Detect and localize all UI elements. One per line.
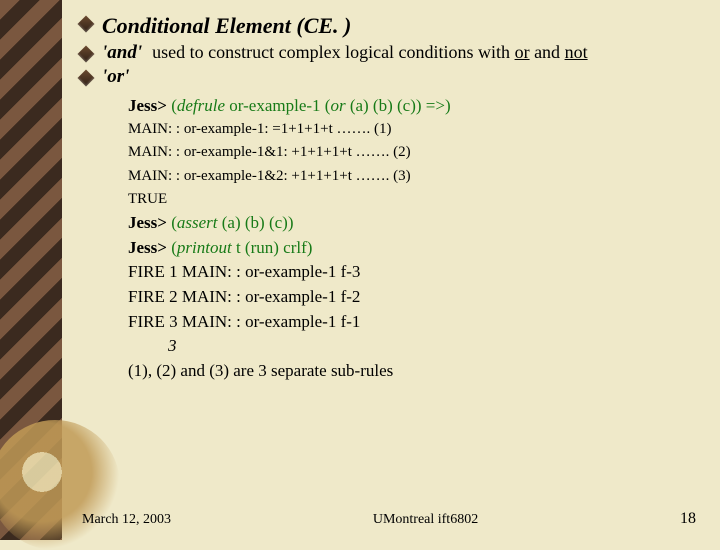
side-artwork bbox=[0, 0, 62, 540]
result-3: 3 bbox=[128, 334, 696, 359]
and-line: 'and' used to construct complex logical … bbox=[102, 42, 588, 64]
and-desc-or: or bbox=[515, 42, 530, 62]
trace-1: MAIN: : or-example-1: =1+1+1+t ……. (1) bbox=[128, 118, 696, 141]
bullet-and-row: 'and' used to construct complex logical … bbox=[80, 42, 696, 64]
and-desc-mid: and bbox=[530, 42, 565, 62]
slide-title: Conditional Element (CE. ) bbox=[102, 12, 351, 40]
kw-or: or bbox=[330, 96, 345, 115]
or-keyword: 'or' bbox=[102, 66, 129, 88]
bullet-or-row: 'or' bbox=[80, 66, 696, 88]
code-line-printout: Jess> (printout t (run) crlf) bbox=[128, 236, 696, 261]
trace-true: TRUE bbox=[128, 188, 696, 211]
trace-2: MAIN: : or-example-1&1: +1+1+1+t ……. (2) bbox=[128, 141, 696, 164]
code-text: or-example-1 ( bbox=[225, 96, 330, 115]
footer-center: UMontreal ift6802 bbox=[373, 512, 478, 528]
kw-assert: assert bbox=[177, 213, 222, 232]
prompt: Jess> bbox=[128, 213, 171, 232]
prompt: Jess> bbox=[128, 96, 171, 115]
diamond-bullet-icon bbox=[78, 45, 95, 62]
code-text: t (run) crlf) bbox=[236, 238, 312, 257]
diamond-bullet-icon bbox=[78, 16, 95, 33]
and-desc-not: not bbox=[565, 42, 588, 62]
code-line-assert: Jess> (assert (a) (b) (c)) bbox=[128, 211, 696, 236]
prompt: Jess> bbox=[128, 238, 171, 257]
diamond-bullet-icon bbox=[78, 69, 95, 86]
and-desc: used to construct complex logical condit… bbox=[152, 42, 587, 62]
kw-defrule: defrule bbox=[177, 96, 225, 115]
fire-3: FIRE 3 MAIN: : or-example-1 f-1 bbox=[128, 310, 696, 335]
and-keyword: 'and' bbox=[102, 42, 142, 63]
kw-printout: printout bbox=[177, 238, 236, 257]
and-desc-pre: used to construct complex logical condit… bbox=[152, 42, 514, 62]
code-text: (a) (b) (c)) =>) bbox=[346, 96, 451, 115]
footer-page: 18 bbox=[680, 510, 696, 528]
fire-2: FIRE 2 MAIN: : or-example-1 f-2 bbox=[128, 285, 696, 310]
slide-body: Conditional Element (CE. ) 'and' used to… bbox=[62, 0, 720, 540]
code-text: (a) (b) (c)) bbox=[222, 213, 294, 232]
subrules-note: (1), (2) and (3) are 3 separate sub-rule… bbox=[128, 359, 696, 384]
trace-3: MAIN: : or-example-1&2: +1+1+1+t ……. (3) bbox=[128, 165, 696, 188]
code-block: Jess> (defrule or-example-1 (or (a) (b) … bbox=[128, 94, 696, 384]
slide-footer: March 12, 2003 UMontreal ift6802 18 bbox=[82, 510, 696, 528]
bullet-title-row: Conditional Element (CE. ) bbox=[80, 12, 696, 40]
footer-date: March 12, 2003 bbox=[82, 512, 171, 528]
code-line-defrule: Jess> (defrule or-example-1 (or (a) (b) … bbox=[128, 94, 696, 119]
fire-1: FIRE 1 MAIN: : or-example-1 f-3 bbox=[128, 260, 696, 285]
